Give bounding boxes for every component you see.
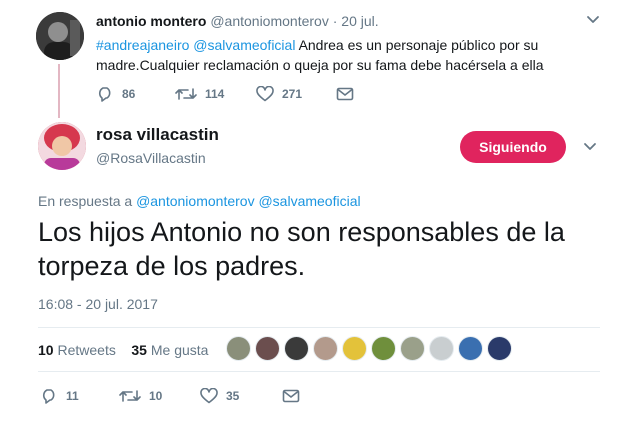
in-reply-to: En respuesta a @antoniomonterov @salvame… [38,193,361,209]
main-author-handle[interactable]: @RosaVillacastin [96,150,206,166]
heart-icon [200,388,218,404]
parent-like-button[interactable]: 271 [256,86,302,102]
thread-connector-line [58,64,60,118]
hashtag-link[interactable]: #andreajaneiro [96,37,189,53]
reply-icon [42,389,55,404]
envelope-icon [282,389,300,403]
parent-text-line1: Andrea es un personaje público por su [298,37,539,53]
heart-icon [256,86,274,102]
parent-retweet-button[interactable]: 114 [175,86,224,102]
divider-bottom [38,371,600,372]
parent-retweet-count: 114 [205,87,225,101]
liker-avatar[interactable] [487,336,512,361]
parent-tweet-text: #andreajaneiro @salvameoficial Andrea es… [96,35,616,75]
parent-like-count: 271 [282,87,303,101]
parent-tweet-date[interactable]: 20 jul. [341,13,378,29]
parent-chevron-down-icon[interactable] [586,12,600,26]
reply-prefix: En respuesta a [38,193,133,209]
reply-mention-2[interactable]: @salvameoficial [258,193,360,209]
liker-avatar[interactable] [313,336,338,361]
liker-avatar[interactable] [255,336,280,361]
main-author-name[interactable]: rosa villacastin [96,125,219,145]
retweet-icon [175,88,197,100]
liker-avatar[interactable] [284,336,309,361]
main-tweet-text: Los hijos Antonio no son responsables de… [38,217,565,281]
mention-link[interactable]: @salvameoficial [193,37,295,53]
retweet-icon [119,390,141,402]
liker-avatar[interactable] [458,336,483,361]
main-reply-button[interactable]: 11 [40,388,79,404]
parent-reply-button[interactable]: 86 [96,86,135,102]
engagement-stats: 10 Retweets 35 Me gusta [38,342,208,358]
header-separator: · [332,13,338,29]
main-tweet-timestamp[interactable]: 16:08 - 20 jul. 2017 [38,296,158,312]
main-retweet-button[interactable]: 10 [119,388,162,404]
liker-avatar[interactable] [429,336,454,361]
parent-text-line2: madre.Cualquier reclamación o queja por … [96,57,544,73]
divider-top [38,327,600,328]
liker-avatars [226,336,516,361]
parent-reply-count: 86 [122,87,136,101]
parent-tweet-header: antonio montero @antoniomonterov · 20 ju… [96,13,379,29]
likes-stat-count: 35 [131,342,147,358]
liker-avatar[interactable] [226,336,251,361]
main-avatar[interactable] [38,122,86,170]
main-like-button[interactable]: 35 [200,388,239,404]
parent-author-handle[interactable]: @antoniomonterov [210,13,329,29]
main-like-count: 35 [226,389,240,403]
main-reply-count: 11 [66,389,79,403]
liker-avatar[interactable] [400,336,425,361]
following-button[interactable]: Siguiendo [460,131,566,163]
main-chevron-down-icon[interactable] [583,139,597,153]
parent-dm-button[interactable] [336,86,354,102]
main-retweet-count: 10 [149,389,163,403]
reply-icon [98,87,111,102]
reply-mention-1[interactable]: @antoniomonterov [136,193,255,209]
retweets-stat-label: Retweets [57,342,116,358]
liker-avatar[interactable] [342,336,367,361]
envelope-icon [336,87,354,101]
main-dm-button[interactable] [282,388,300,404]
retweets-stat[interactable]: 10 Retweets [38,342,116,358]
liker-avatar[interactable] [371,336,396,361]
likes-stat-label: Me gusta [150,342,209,358]
parent-author-name[interactable]: antonio montero [96,13,206,29]
parent-avatar[interactable] [36,12,84,60]
retweets-stat-count: 10 [38,342,54,358]
likes-stat[interactable]: 35 Me gusta [131,342,208,358]
